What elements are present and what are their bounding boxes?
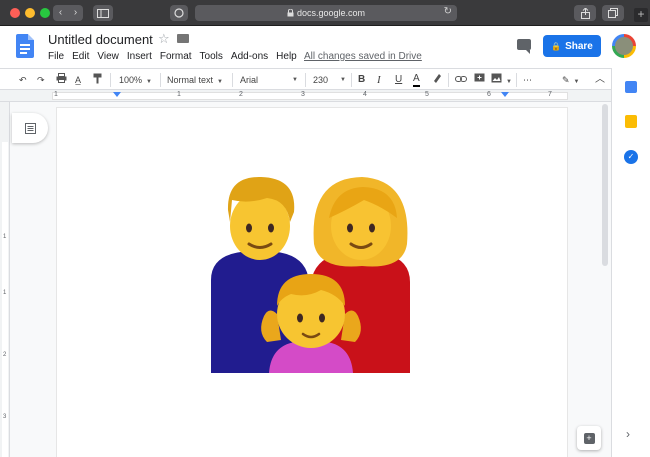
outline-icon bbox=[24, 122, 36, 134]
paint-format-icon[interactable] bbox=[93, 73, 102, 87]
document-title[interactable]: Untitled document bbox=[48, 32, 153, 47]
toolbar-divider bbox=[305, 73, 306, 87]
ruler-number: 2 bbox=[3, 352, 7, 358]
toolbar-divider bbox=[448, 73, 449, 87]
menu-bar: File Edit View Insert Format Tools Add-o… bbox=[48, 51, 305, 62]
zoom-value: 100% bbox=[119, 75, 143, 85]
ruler-number: 6 bbox=[487, 91, 491, 98]
tabs-overview-button[interactable] bbox=[602, 5, 624, 21]
star-icon[interactable]: ☆ bbox=[158, 31, 170, 47]
menu-addons[interactable]: Add-ons bbox=[231, 51, 268, 62]
insert-link-icon[interactable] bbox=[455, 73, 467, 87]
menu-file[interactable]: File bbox=[48, 51, 64, 62]
font-size-value: 230 bbox=[313, 75, 329, 85]
right-indent-marker[interactable] bbox=[501, 92, 509, 97]
menu-tools[interactable]: Tools bbox=[200, 51, 223, 62]
menu-view[interactable]: View bbox=[97, 51, 119, 62]
forward-button[interactable]: › bbox=[68, 5, 83, 21]
menu-edit[interactable]: Edit bbox=[72, 51, 89, 62]
minimize-window-button[interactable] bbox=[25, 8, 35, 18]
zoom-select[interactable]: 100% ▼ bbox=[119, 73, 152, 87]
underline-button[interactable]: U bbox=[395, 73, 402, 87]
redo-icon[interactable]: ↷ bbox=[37, 73, 45, 87]
font-select[interactable]: Arial ▼ bbox=[240, 73, 298, 87]
bold-button[interactable]: B bbox=[358, 73, 365, 87]
style-select[interactable]: Normal text ▼ bbox=[167, 73, 223, 87]
folder-icon[interactable] bbox=[177, 34, 189, 43]
reload-icon[interactable]: ↻ bbox=[444, 6, 452, 17]
share-label: Share bbox=[565, 40, 593, 52]
address-bar[interactable]: docs.google.com ↻ bbox=[195, 5, 457, 21]
keep-icon[interactable] bbox=[625, 115, 637, 128]
ruler-number: 5 bbox=[425, 91, 429, 98]
history-nav: ‹ › bbox=[53, 5, 83, 21]
url-text: docs.google.com bbox=[296, 8, 366, 18]
italic-button[interactable]: I bbox=[377, 73, 381, 87]
tasks-icon[interactable]: ✓ bbox=[624, 150, 638, 164]
toolbar-divider bbox=[516, 73, 517, 87]
share-page-icon bbox=[580, 7, 590, 19]
menu-insert[interactable]: Insert bbox=[127, 51, 152, 62]
editing-mode-icon[interactable]: ✎ ▼ bbox=[562, 73, 580, 87]
menu-help[interactable]: Help bbox=[276, 51, 297, 62]
toolbar-divider bbox=[110, 73, 111, 87]
toolbar-divider bbox=[160, 73, 161, 87]
style-value: Normal text bbox=[167, 75, 214, 85]
vertical-ruler-track[interactable] bbox=[2, 142, 8, 457]
ruler-number: 4 bbox=[363, 91, 367, 98]
zoom-window-button[interactable] bbox=[40, 8, 50, 18]
avatar[interactable] bbox=[612, 34, 636, 58]
highlight-icon[interactable] bbox=[432, 73, 442, 87]
insert-image-icon[interactable]: ▼ bbox=[491, 73, 512, 87]
shield-icon bbox=[174, 8, 184, 18]
share-button[interactable]: 🔒 Share bbox=[543, 35, 601, 57]
share-page-button[interactable] bbox=[574, 5, 596, 21]
ruler-number: 1 bbox=[3, 290, 7, 296]
comment-history-icon[interactable] bbox=[517, 39, 531, 54]
undo-icon[interactable]: ↶ bbox=[19, 73, 27, 87]
horizontal-ruler: 1 1 2 3 4 5 6 7 bbox=[0, 90, 611, 102]
ruler-number: 1 bbox=[54, 91, 58, 98]
insert-comment-icon[interactable] bbox=[474, 73, 485, 87]
spellcheck-icon[interactable]: A̲ bbox=[75, 73, 81, 87]
chevron-right-icon[interactable]: › bbox=[626, 427, 630, 441]
calendar-icon[interactable] bbox=[625, 81, 637, 93]
menu-format[interactable]: Format bbox=[160, 51, 192, 62]
more-options-button[interactable]: ⋯ bbox=[523, 73, 532, 87]
toolbar-divider bbox=[232, 73, 233, 87]
explore-button[interactable]: + bbox=[577, 426, 601, 450]
family-emoji-image[interactable] bbox=[211, 170, 410, 373]
ruler-number: 1 bbox=[3, 234, 7, 240]
ruler-number: 2 bbox=[239, 91, 243, 98]
vertical-ruler: 1 1 2 3 bbox=[0, 102, 10, 457]
side-panel: ✓ › bbox=[611, 68, 650, 457]
print-icon[interactable] bbox=[56, 73, 67, 87]
formatting-toolbar: ↶ ↷ A̲ 100% ▼ Normal text ▼ Arial ▼ 230 ▼ B … bbox=[0, 68, 611, 90]
save-status-link[interactable]: All changes saved in Drive bbox=[304, 51, 422, 62]
explore-icon: + bbox=[583, 432, 595, 444]
ruler-number: 7 bbox=[548, 91, 552, 98]
toolbar-divider bbox=[351, 73, 352, 87]
browser-chrome: ‹ › docs.google.com ↻ + bbox=[0, 0, 650, 26]
ruler-number: 3 bbox=[3, 414, 7, 420]
text-color-button[interactable]: A bbox=[413, 73, 420, 87]
back-button[interactable]: ‹ bbox=[53, 5, 68, 21]
font-size-select[interactable]: 230 ▼ bbox=[313, 73, 346, 87]
left-indent-marker[interactable] bbox=[113, 92, 121, 97]
lock-icon bbox=[287, 9, 294, 17]
lock-icon: 🔒 bbox=[551, 41, 562, 51]
ruler-number: 1 bbox=[177, 91, 181, 98]
font-value: Arial bbox=[240, 75, 259, 85]
close-window-button[interactable] bbox=[10, 8, 20, 18]
tabs-icon bbox=[608, 8, 618, 18]
ruler-number: 3 bbox=[301, 91, 305, 98]
docs-logo-icon[interactable] bbox=[16, 34, 34, 58]
privacy-report-button[interactable] bbox=[170, 5, 188, 21]
new-tab-button[interactable]: + bbox=[634, 8, 648, 22]
document-outline-button[interactable] bbox=[12, 113, 48, 143]
sidebar-icon bbox=[97, 8, 109, 18]
collapse-menu-icon[interactable]: ︿ bbox=[595, 73, 605, 87]
vertical-scrollbar[interactable] bbox=[602, 104, 608, 266]
sidebar-toggle-button[interactable] bbox=[93, 5, 113, 21]
